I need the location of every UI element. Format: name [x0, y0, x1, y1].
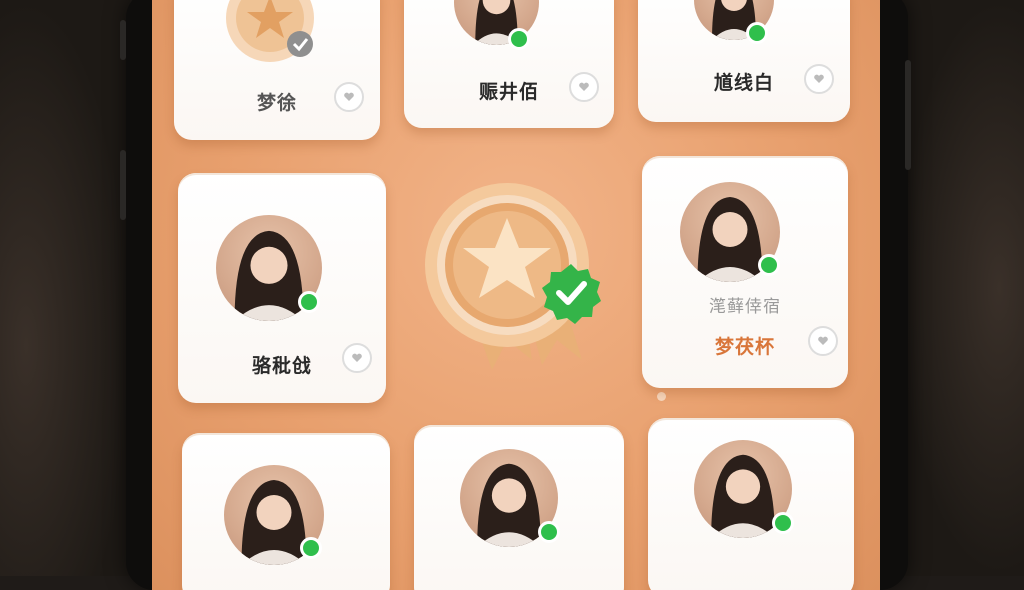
profile-subtitle: 滗藓倖宿 [709, 297, 781, 317]
online-status-icon [772, 512, 794, 534]
online-status-icon [300, 537, 322, 559]
background-right [899, 0, 1024, 576]
online-status-icon [298, 291, 320, 313]
heart-icon[interactable] [808, 326, 838, 356]
heart-icon[interactable] [334, 82, 364, 112]
profile-card[interactable]: 滗藓倖宿 梦茯杯 [642, 156, 848, 388]
profile-card[interactable]: 馗线白 [638, 0, 850, 122]
volume-button [120, 20, 126, 60]
online-status-icon [538, 521, 560, 543]
heart-icon[interactable] [342, 343, 372, 373]
verified-medal-badge [422, 170, 612, 380]
heart-icon[interactable] [569, 72, 599, 102]
star-medal-icon [214, 0, 324, 72]
profile-card[interactable] [648, 418, 854, 590]
online-status-icon [746, 22, 768, 44]
profile-card[interactable] [414, 425, 624, 590]
heart-icon[interactable] [804, 64, 834, 94]
app-screen: 梦徐 赈井佰 馗线白 骆秕戗 滗藓倖宿 梦茯杯 [152, 0, 880, 590]
profile-card[interactable]: 骆秕戗 [178, 173, 386, 403]
page-indicator-dot [657, 392, 666, 401]
profile-card[interactable]: 赈井佰 [404, 0, 614, 128]
online-status-icon [508, 28, 530, 50]
profile-card[interactable]: 梦徐 [174, 0, 380, 140]
profile-card[interactable] [182, 433, 390, 590]
verified-check-icon [540, 262, 602, 324]
volume-button [120, 150, 126, 220]
online-status-icon [758, 254, 780, 276]
power-button [905, 60, 911, 170]
background-left [0, 0, 130, 576]
